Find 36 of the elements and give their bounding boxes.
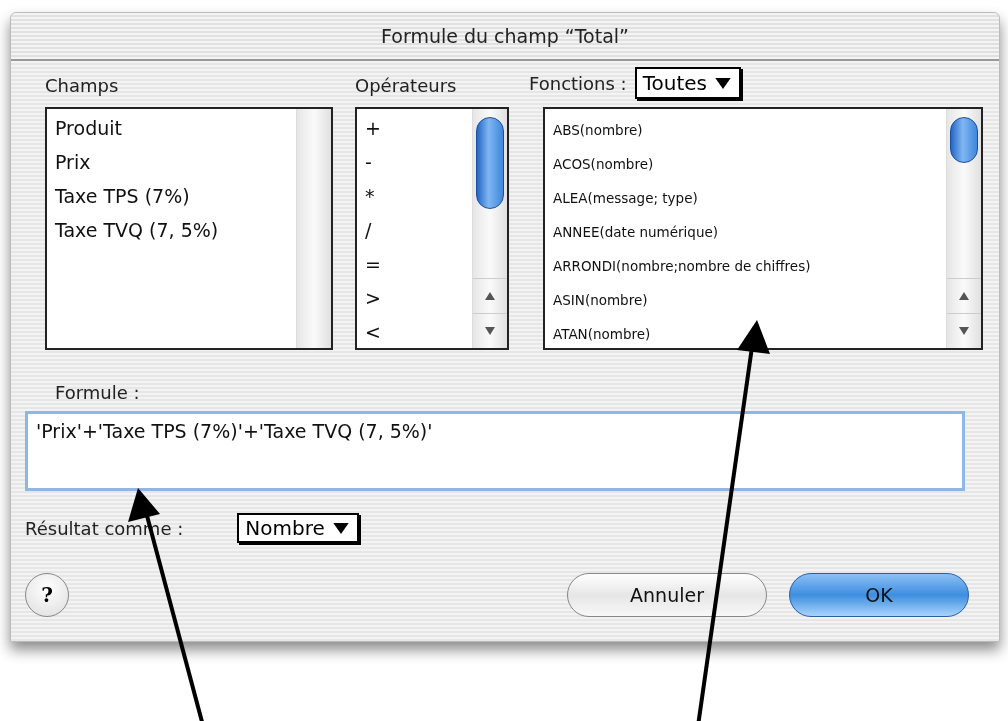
operator-item[interactable]: < [365, 315, 464, 348]
formula-field[interactable]: 'Prix'+'Taxe TPS (7%)'+'Taxe TVQ (7, 5%)' [25, 411, 965, 491]
function-item[interactable]: ACOS(nombre) [553, 147, 938, 181]
scrollbar[interactable] [946, 109, 981, 348]
caret-icon [332, 522, 349, 534]
field-item[interactable]: Taxe TVQ (7, 5%) [55, 213, 288, 247]
function-item[interactable]: ALEA(message; type) [553, 181, 938, 215]
ok-button[interactable]: OK [789, 573, 969, 617]
field-item[interactable]: Prix [55, 145, 288, 179]
operator-item[interactable]: = [365, 247, 464, 281]
scrollbar[interactable] [472, 109, 507, 348]
fields-label: Champs [45, 75, 120, 98]
function-item[interactable]: ABS(nombre) [553, 113, 938, 147]
operators-label: Opérateurs [355, 75, 458, 98]
scroll-thumb[interactable] [476, 117, 504, 209]
function-item[interactable]: ANNEE(date numérique) [553, 215, 938, 249]
field-item[interactable]: Produit [55, 111, 288, 145]
operator-item[interactable]: - [365, 145, 464, 179]
operator-item[interactable]: + [365, 111, 464, 145]
field-item[interactable]: Taxe TPS (7%) [55, 179, 288, 213]
cancel-button[interactable]: Annuler [567, 573, 767, 617]
operator-item[interactable]: * [365, 179, 464, 213]
caret-icon [715, 77, 731, 89]
operator-item[interactable]: > [365, 281, 464, 315]
window-title: Formule du champ “Total” [381, 25, 629, 47]
help-button[interactable]: ? [25, 573, 69, 617]
operator-item[interactable]: / [365, 213, 464, 247]
scrollbar[interactable] [296, 109, 331, 348]
result-type-popup[interactable]: Nombre [237, 513, 359, 543]
functions-popup[interactable]: Toutes [634, 67, 741, 99]
formula-label: Formule : [55, 382, 141, 403]
function-item[interactable]: ARRONDI(nombre;nombre de chiffres) [553, 249, 938, 283]
scroll-thumb[interactable] [950, 117, 978, 163]
function-item[interactable]: ASIN(nombre) [553, 283, 938, 317]
functions-label: Fonctions : [529, 72, 627, 94]
function-item[interactable]: ATAN(nombre) [553, 317, 938, 348]
